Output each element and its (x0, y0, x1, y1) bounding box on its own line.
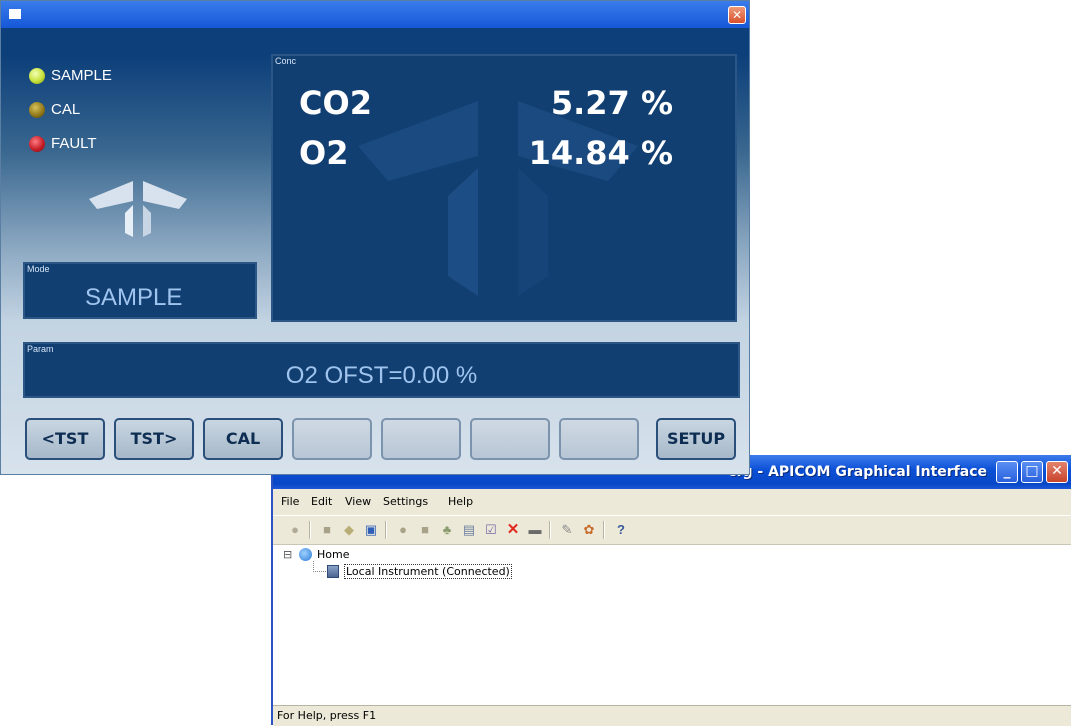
tree-item-local-instrument[interactable]: Local Instrument (Connected) (344, 564, 512, 579)
tree-item-home[interactable]: Home (317, 548, 349, 561)
cal-button[interactable]: CAL (203, 418, 283, 460)
tree-connector (313, 561, 326, 572)
tst-next-button[interactable]: TST> (114, 418, 194, 460)
param-caption: Param (27, 344, 54, 354)
fault-led-label: FAULT (51, 135, 97, 152)
sample-led-icon (29, 68, 45, 84)
cal-led-label: CAL (51, 101, 81, 118)
toolbar-separator (309, 521, 311, 539)
download-icon[interactable]: ■ (417, 522, 433, 538)
o2-value: 14.84 % (528, 134, 673, 172)
eraser-icon[interactable]: ▬ (527, 522, 543, 538)
apicom-title: cfg - APICOM Graphical Interface (728, 464, 987, 480)
connect-icon[interactable]: ● (287, 522, 303, 538)
menu-settings[interactable]: Settings (383, 495, 428, 508)
fault-led-icon (29, 136, 45, 152)
new-icon[interactable]: ■ (319, 522, 335, 538)
instrument-window: ✕ SAMPLE CAL FAULT Mode SAMPLE Conc CO2 … (0, 0, 750, 475)
wrench-icon[interactable]: ✎ (559, 522, 575, 538)
instrument-icon (327, 565, 339, 578)
palette-icon[interactable]: ✿ (581, 522, 597, 538)
sample-led-label: SAMPLE (51, 67, 112, 84)
teledyne-logo-icon (89, 181, 187, 237)
menu-view[interactable]: View (345, 495, 371, 508)
instrument-title-bar[interactable]: ✕ (1, 1, 749, 28)
soft-key-4[interactable] (292, 418, 372, 460)
open-icon[interactable]: ◆ (341, 522, 357, 538)
checklist-icon[interactable]: ☑ (483, 522, 499, 538)
delete-icon[interactable]: ✕ (505, 522, 521, 538)
o2-label: O2 (299, 134, 349, 172)
conc-panel: Conc CO2 5.27 % O2 14.84 % (271, 54, 737, 322)
co2-value: 5.27 % (550, 84, 673, 122)
mode-panel: Mode SAMPLE (23, 262, 257, 319)
status-bar: For Help, press F1 (273, 705, 1071, 726)
upload-icon[interactable]: ● (395, 522, 411, 538)
status-text: For Help, press F1 (277, 709, 377, 722)
minimize-button[interactable]: _ (996, 461, 1018, 483)
param-value: O2 OFST=0.00 % (285, 362, 478, 389)
toolbar-separator (385, 521, 387, 539)
menu-help[interactable]: Help (448, 495, 473, 508)
co2-label: CO2 (299, 84, 372, 122)
tree-expander-icon[interactable]: ⊟ (283, 548, 292, 561)
home-icon (299, 548, 312, 561)
copy-icon[interactable]: ▤ (461, 522, 477, 538)
cal-led-icon (29, 102, 45, 118)
menu-file[interactable]: File (281, 495, 299, 508)
soft-key-6[interactable] (470, 418, 550, 460)
conc-caption: Conc (275, 56, 297, 66)
soft-key-7[interactable] (559, 418, 639, 460)
toolbar-separator (549, 521, 551, 539)
setup-button[interactable]: SETUP (656, 418, 736, 460)
maximize-button[interactable]: □ (1021, 461, 1043, 483)
mode-value: SAMPLE (85, 284, 183, 311)
save-icon[interactable]: ▣ (363, 522, 379, 538)
system-menu-icon[interactable] (9, 9, 21, 19)
help-icon[interactable]: ? (613, 522, 629, 538)
soft-key-5[interactable] (381, 418, 461, 460)
instrument-tree: ⊟ Home Local Instrument (Connected) (273, 545, 1071, 705)
menu-edit[interactable]: Edit (311, 495, 332, 508)
network-icon[interactable]: ♣ (439, 522, 455, 538)
param-panel: Param O2 OFST=0.00 % (23, 342, 740, 398)
tst-prev-button[interactable]: <TST (25, 418, 105, 460)
toolbar-separator (603, 521, 605, 539)
mode-caption: Mode (27, 264, 50, 274)
menu-bar: File Edit View Settings Help (273, 489, 1071, 515)
instrument-close-button[interactable]: ✕ (728, 6, 746, 24)
teledyne-watermark-icon (358, 101, 638, 296)
toolbar: ● ■ ◆ ▣ ● ■ ♣ ▤ ☑ ✕ ▬ ✎ ✿ ? (273, 515, 1071, 545)
apicom-window: cfg - APICOM Graphical Interface _ □ ✕ F… (271, 455, 1071, 726)
close-button[interactable]: ✕ (1046, 461, 1068, 483)
